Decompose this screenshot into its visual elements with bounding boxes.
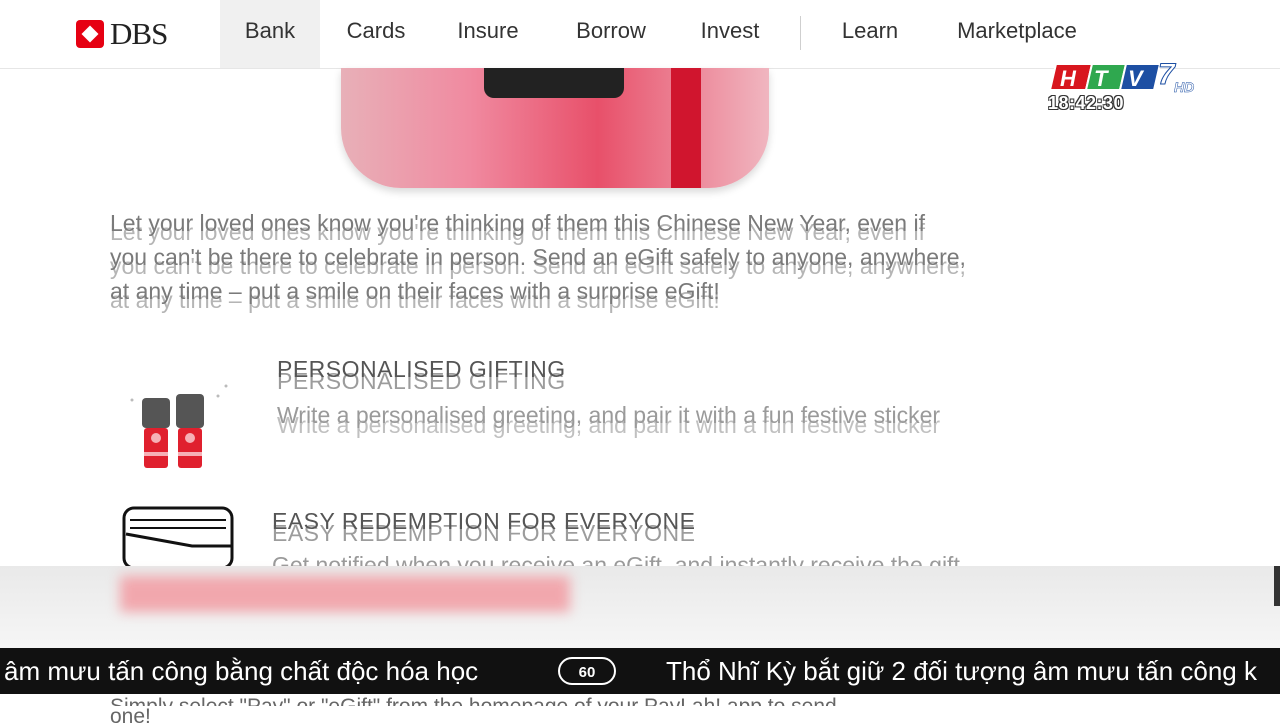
blurred-red-block	[120, 576, 570, 612]
feature-desc-personalised-gifting: Write a personalised greeting, and pair …	[277, 402, 941, 428]
dbs-logo-text: DBS	[110, 16, 168, 51]
blurred-overlay-band	[0, 566, 1280, 648]
htv7-channel-logo-icon: H T V 7 HD	[1048, 60, 1194, 94]
intro-line-2: you can't be there to celebrate in perso…	[110, 244, 966, 270]
svg-text:V: V	[1128, 66, 1145, 91]
feature-title-personalised-gifting: PERSONALISED GIFTING	[277, 356, 566, 382]
nav-item-borrow[interactable]: Borrow	[556, 0, 666, 68]
svg-text:H: H	[1060, 66, 1077, 91]
nav-item-invest[interactable]: Invest	[684, 0, 776, 68]
nav-divider	[800, 16, 801, 50]
hero-phone-image	[341, 68, 769, 188]
ticker-text-right: Thổ Nhĩ Kỳ bắt giữ 2 đối tượng âm mưu tấ…	[666, 656, 1257, 686]
intro-line-3: at any time – put a smile on their faces…	[110, 278, 720, 304]
hero-red-band	[671, 68, 701, 188]
news-ticker: âm mưu tấn công bằng chất độc hóa học 60…	[0, 648, 1280, 694]
nav-item-insure[interactable]: Insure	[440, 0, 536, 68]
lantern-icon	[130, 384, 228, 468]
channel-clock: 18:42:30	[1048, 93, 1125, 113]
nav-item-cards[interactable]: Cards	[330, 0, 422, 68]
channel-hd-label: HD	[1174, 79, 1194, 94]
nav-item-learn[interactable]: Learn	[826, 0, 914, 68]
intro-line-1: Let your loved ones know you're thinking…	[110, 210, 925, 236]
blurred-dark-edge	[1274, 566, 1280, 606]
svg-text:T: T	[1094, 66, 1109, 91]
nav-item-marketplace[interactable]: Marketplace	[936, 0, 1098, 68]
ticker-text-left: âm mưu tấn công bằng chất độc hóa học	[4, 656, 479, 686]
hero-phone-slot	[484, 68, 624, 98]
intro-paragraph: Let your loved ones know you're thinking…	[110, 206, 1010, 308]
footer-line-2: one!	[110, 705, 151, 728]
ticker-logo-badge: 60	[558, 657, 616, 685]
top-navigation: DBS Bank Cards Insure Borrow Invest Lear…	[0, 0, 1280, 69]
footer-line-1: Simply select "Pay" or "eGift" from the …	[110, 696, 837, 706]
dbs-logo[interactable]: DBS	[76, 16, 168, 52]
wallet-icon	[122, 506, 234, 566]
footer-instruction-text: Simply select "Pay" or "eGift" from the …	[110, 696, 837, 728]
nav-item-bank[interactable]: Bank	[220, 0, 320, 68]
feature-title-easy-redemption: EASY REDEMPTION FOR EVERYONE	[272, 508, 696, 534]
dbs-logo-mark-icon	[76, 20, 104, 48]
